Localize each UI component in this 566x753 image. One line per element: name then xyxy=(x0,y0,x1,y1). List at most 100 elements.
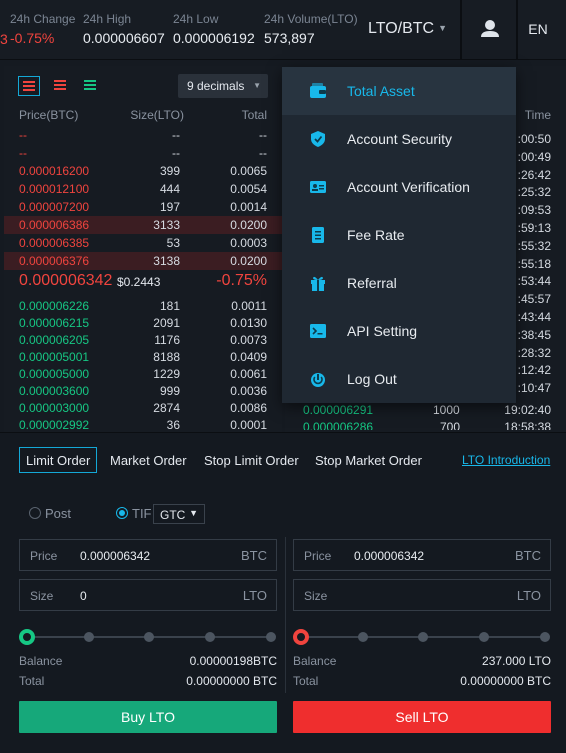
bid-row[interactable]: 0.000003600 999 0.0036 xyxy=(4,382,282,400)
bid-price: 0.000005000 xyxy=(19,367,90,381)
ask-row[interactable]: 0.000006376 3138 0.0200 xyxy=(4,252,282,270)
buy-size-field[interactable]: Size LTO xyxy=(19,579,277,611)
menu-item-referral[interactable]: Referral xyxy=(282,259,516,307)
menu-label: Log Out xyxy=(347,371,397,387)
bid-price: 0.000006226 xyxy=(19,299,90,313)
buy-button[interactable]: Buy LTO xyxy=(19,701,277,733)
sell-balance-value: 237.000 LTO xyxy=(482,654,551,668)
trade-row: 0.000006286 700 18:58:38 xyxy=(285,420,566,430)
sell-size-input[interactable] xyxy=(354,586,484,606)
tab-stop-limit-order[interactable]: Stop Limit Order xyxy=(204,447,299,473)
buy-balance-label: Balance xyxy=(19,654,63,668)
bid-row[interactable]: 0.000005001 8188 0.0409 xyxy=(4,348,282,366)
bid-size: 2874 xyxy=(153,401,180,415)
slider-handle[interactable] xyxy=(19,629,35,645)
menu-item-account-verification[interactable]: Account Verification xyxy=(282,163,516,211)
ask-size: -- xyxy=(172,146,180,160)
menu-label: Total Asset xyxy=(347,83,415,99)
bid-price: 0.000002992 xyxy=(19,418,90,432)
view-asks-button[interactable] xyxy=(50,76,72,96)
user-icon xyxy=(481,20,499,37)
menu-item-log-out[interactable]: Log Out xyxy=(282,355,516,403)
ask-size: 197 xyxy=(159,200,180,214)
bid-row[interactable]: 0.000006205 1176 0.0073 xyxy=(4,331,282,349)
buy-price-input[interactable] xyxy=(80,546,210,566)
bid-total: 0.0073 xyxy=(230,333,267,347)
lto-introduction-link[interactable]: LTO Introduction xyxy=(462,453,550,467)
ask-row[interactable]: -- -- -- xyxy=(4,144,282,162)
post-radio[interactable] xyxy=(29,507,41,519)
ask-row[interactable]: 0.000007200 197 0.0014 xyxy=(4,198,282,216)
bid-price: 0.000006215 xyxy=(19,316,90,330)
last-price: 0.000006342 xyxy=(19,272,113,289)
bid-total: 0.0011 xyxy=(231,299,267,313)
slider-handle[interactable] xyxy=(293,629,309,645)
tab-stop-market-order[interactable]: Stop Market Order xyxy=(315,447,422,473)
ask-total: 0.0065 xyxy=(230,164,267,178)
ask-size: 53 xyxy=(166,236,180,250)
pair-selector[interactable]: LTO/BTC ▼ xyxy=(368,20,447,38)
field-unit: BTC xyxy=(241,548,267,563)
field-label: Size xyxy=(30,589,54,603)
bid-size: 36 xyxy=(166,418,180,432)
prev-stat-fragment: 3 xyxy=(0,12,8,47)
tab-limit-order[interactable]: Limit Order xyxy=(19,447,98,473)
sell-button[interactable]: Sell LTO xyxy=(293,701,551,733)
user-menu-button[interactable] xyxy=(464,0,516,60)
field-unit: BTC xyxy=(515,548,541,563)
sell-percent-slider[interactable] xyxy=(293,629,550,645)
view-bids-button[interactable] xyxy=(80,76,102,96)
stat-label: 24h High xyxy=(83,12,132,26)
menu-item-api-setting[interactable]: API Setting xyxy=(282,307,516,355)
ask-total: 0.0014 xyxy=(230,200,267,214)
buy-percent-slider[interactable] xyxy=(19,629,276,645)
ask-row[interactable]: 0.000016200 399 0.0065 xyxy=(4,162,282,180)
menu-item-account-security[interactable]: Account Security xyxy=(282,115,516,163)
stat-value: 0.000006192 xyxy=(173,30,255,46)
menu-item-total-asset[interactable]: Total Asset xyxy=(282,67,516,115)
trade-time: :00:49 xyxy=(517,149,551,164)
ask-price: 0.000016200 xyxy=(19,164,90,178)
ask-price: 0.000006376 xyxy=(19,254,90,268)
ask-size: 3138 xyxy=(153,254,180,268)
bid-row[interactable]: 0.000006226 181 0.0011 xyxy=(4,297,282,315)
buy-balance-value: 0.00000198BTC xyxy=(189,654,277,668)
col-time: Time xyxy=(524,108,551,122)
tif-radio[interactable] xyxy=(116,507,128,519)
tab-market-order[interactable]: Market Order xyxy=(110,447,187,473)
post-label: Post xyxy=(45,506,72,521)
menu-label: API Setting xyxy=(347,323,418,339)
view-both-button[interactable] xyxy=(18,76,40,96)
ask-row[interactable]: 0.000006385 53 0.0003 xyxy=(4,234,282,252)
trade-time: :10:47 xyxy=(517,381,551,396)
caret-down-icon: ▼ xyxy=(189,508,198,518)
bid-row[interactable]: 0.000003000 2874 0.0086 xyxy=(4,399,282,417)
ask-row[interactable]: 0.000012100 444 0.0054 xyxy=(4,180,282,198)
order-form: Limit Order Market Order Stop Limit Orde… xyxy=(0,432,566,753)
bid-row[interactable]: 0.000005000 1229 0.0061 xyxy=(4,365,282,383)
header-divider xyxy=(460,0,462,60)
ask-row[interactable]: 0.000006386 3133 0.0200 xyxy=(4,216,282,234)
language-selector[interactable]: EN xyxy=(518,21,558,37)
buy-size-input[interactable] xyxy=(80,586,210,606)
bid-size: 181 xyxy=(159,299,180,313)
stat-24h-change: 24h Change -0.75% xyxy=(10,12,75,46)
menu-item-fee-rate[interactable]: Fee Rate xyxy=(282,211,516,259)
ask-row[interactable]: -- -- -- xyxy=(4,126,282,144)
bid-row[interactable]: 0.000006215 2091 0.0130 xyxy=(4,314,282,332)
tif-select[interactable]: GTC ▼ xyxy=(153,504,205,524)
trade-time: :25:32 xyxy=(517,185,551,200)
sell-size-field[interactable]: Size LTO xyxy=(293,579,551,611)
trade-time: :43:44 xyxy=(517,310,551,324)
buy-price-field[interactable]: Price BTC xyxy=(19,539,277,571)
bid-size: 2091 xyxy=(153,316,180,330)
stat-24h-high: 24h High 0.000006607 xyxy=(83,12,165,46)
bid-size: 1229 xyxy=(153,367,180,381)
shield-icon xyxy=(311,131,325,147)
last-price-row: 0.000006342 $0.2443 -0.75% xyxy=(4,270,282,294)
sell-price-input[interactable] xyxy=(354,546,484,566)
decimals-select[interactable]: 9 decimals ▼ xyxy=(178,74,268,98)
sell-price-field[interactable]: Price BTC xyxy=(293,539,551,571)
stat-value: 573,897 xyxy=(264,30,315,46)
bid-total: 0.0130 xyxy=(230,316,267,330)
